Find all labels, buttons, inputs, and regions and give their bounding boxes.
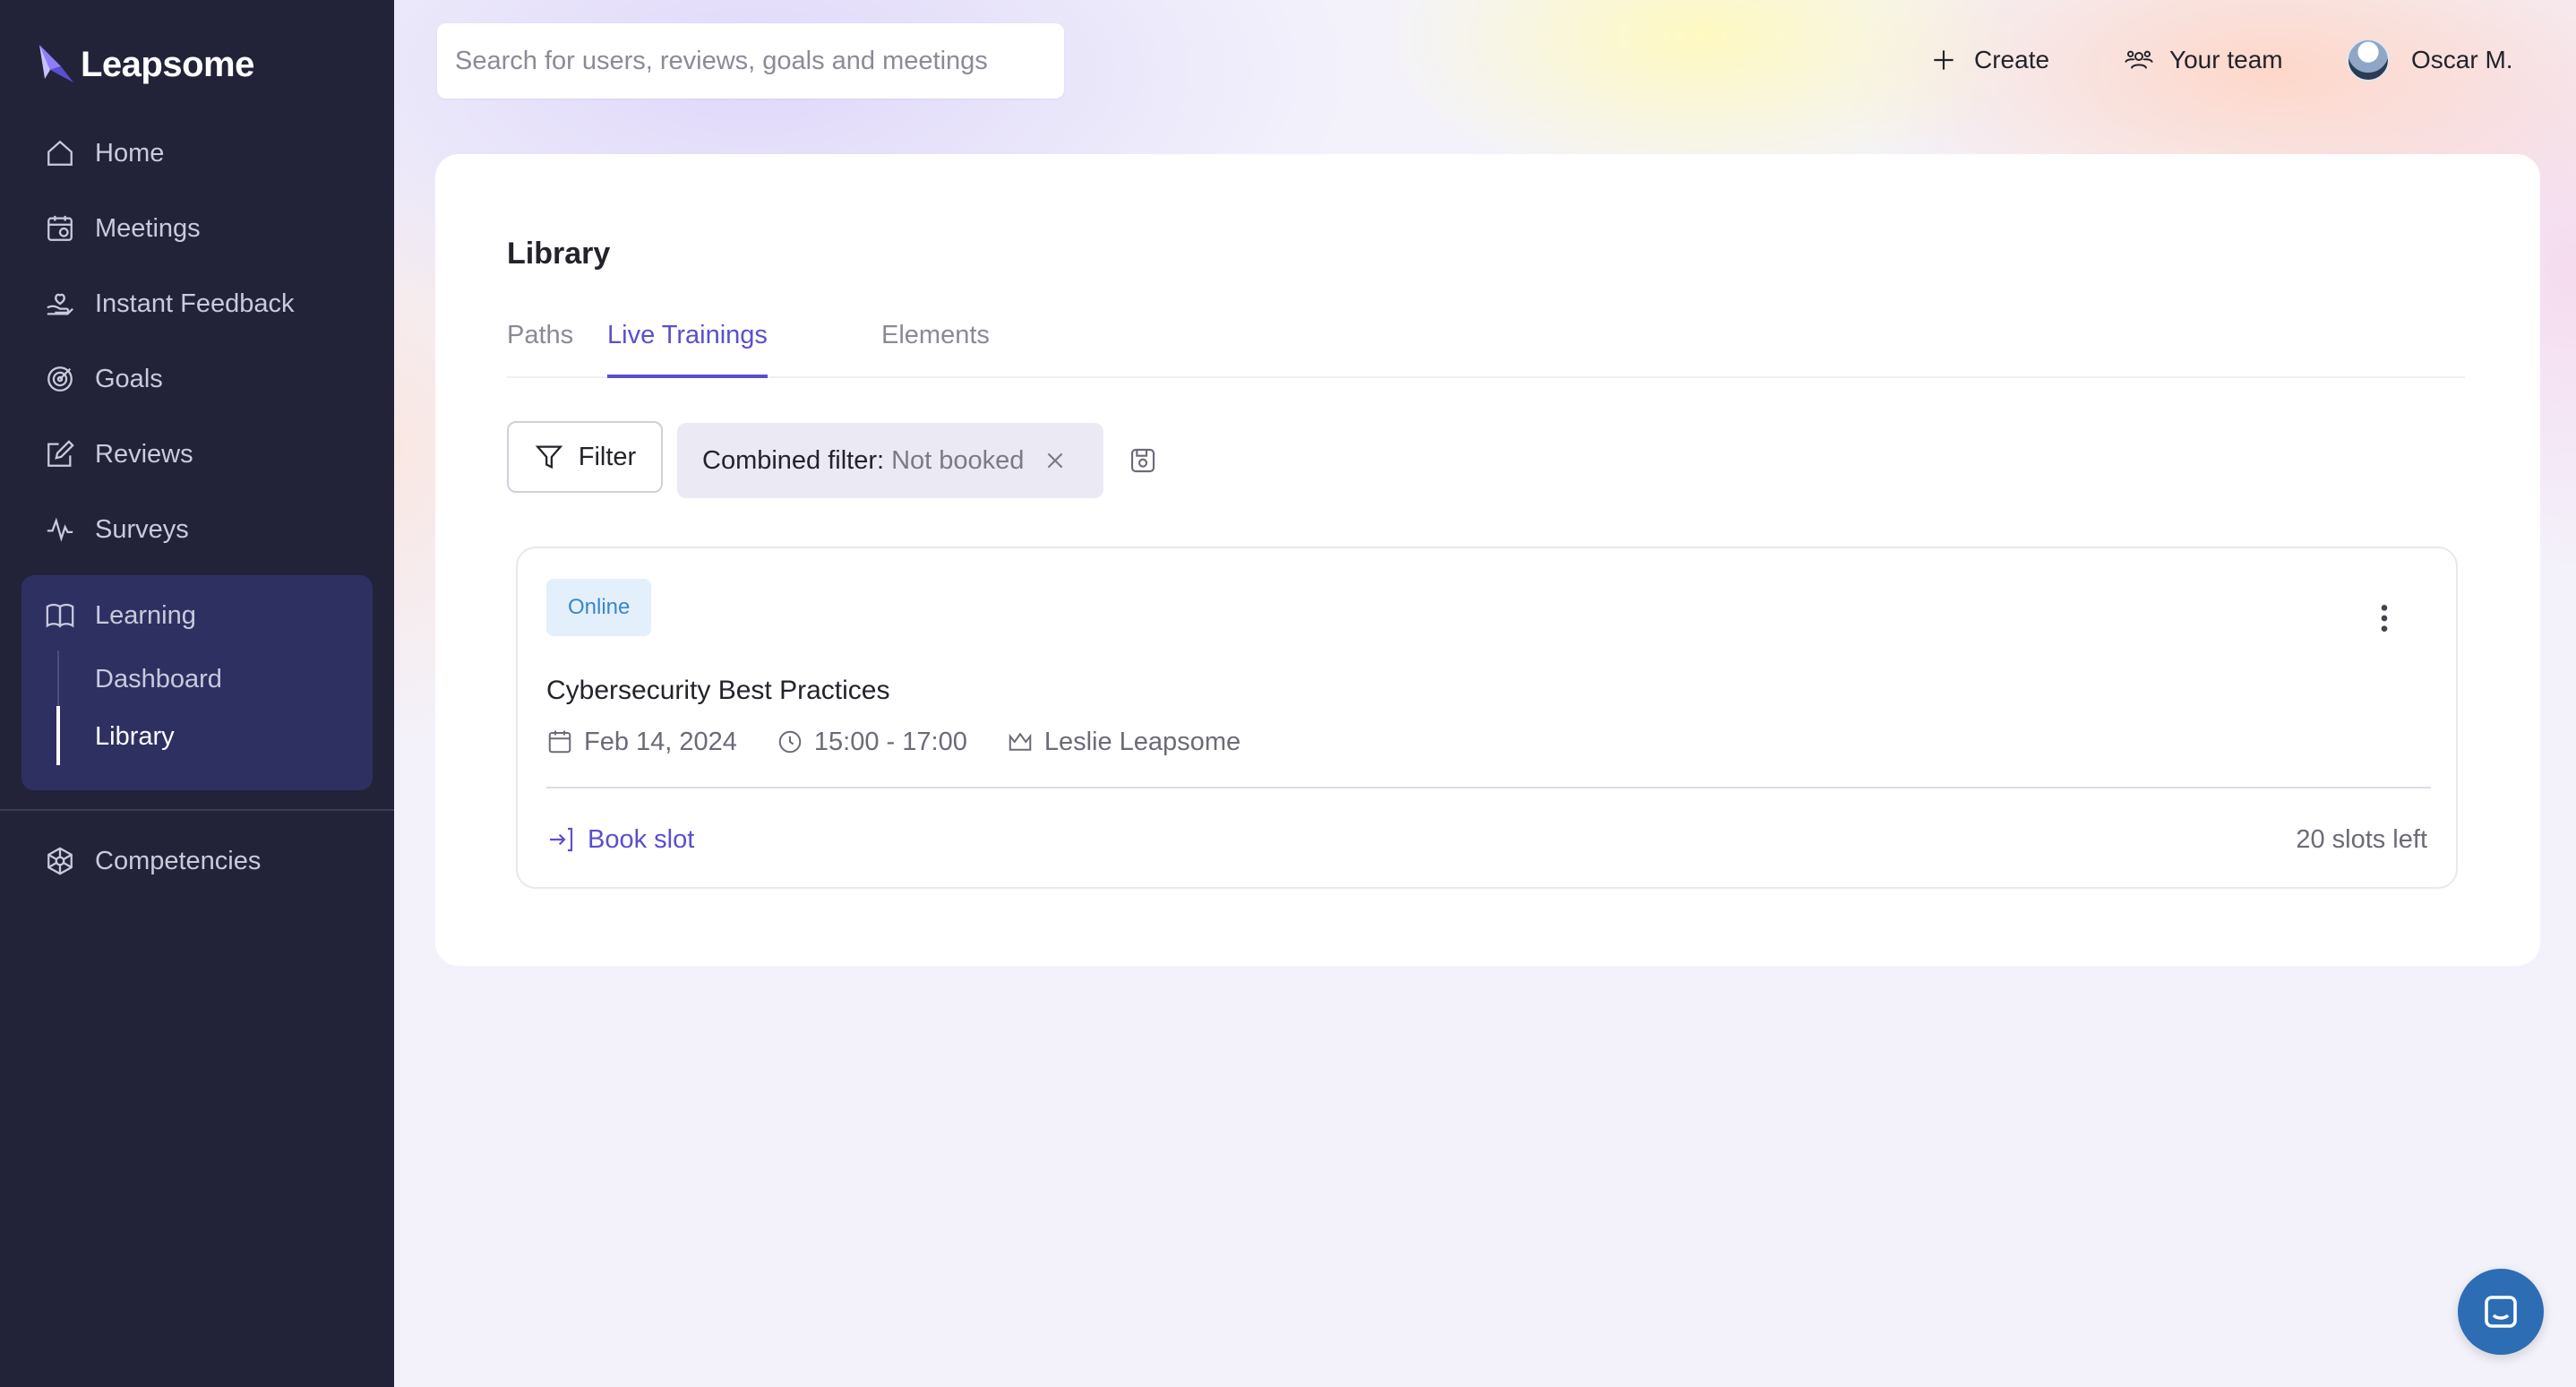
- sidebar-subitem-label: Library: [95, 721, 175, 751]
- chip-label: Combined filter:: [702, 445, 885, 475]
- goals-icon: [47, 366, 73, 392]
- sidebar-item-label: Meetings: [95, 213, 201, 243]
- clock-icon: [778, 730, 802, 754]
- leapsome-logo-icon: [39, 45, 73, 82]
- sidebar-group-learning: Learning Dashboard Library: [21, 575, 373, 790]
- more-options-icon[interactable]: [2366, 600, 2402, 636]
- close-icon[interactable]: [1043, 449, 1067, 472]
- sidebar-subitem-dashboard[interactable]: Dashboard: [95, 652, 222, 706]
- brand-name: Leapsome: [81, 44, 254, 84]
- team-label: Your team: [2169, 46, 2283, 73]
- filter-button[interactable]: Filter: [507, 421, 663, 493]
- sidebar-item-label: Competencies: [95, 846, 262, 875]
- book-slot-label: Book slot: [588, 824, 695, 854]
- surveys-icon: [47, 517, 73, 542]
- crown-icon: [1009, 732, 1032, 751]
- calendar-icon: [548, 730, 571, 754]
- online-badge: Online: [546, 579, 652, 636]
- submenu-active-indicator: [56, 706, 60, 765]
- sidebar-item-home[interactable]: Home: [21, 122, 373, 185]
- sidebar-item-label: Learning: [95, 600, 196, 630]
- book-slot-button[interactable]: Book slot: [546, 817, 694, 862]
- sidebar-item-label: Instant Feedback: [95, 289, 295, 318]
- sidebar-divider: [0, 809, 394, 811]
- tab-live-trainings[interactable]: Live Trainings: [607, 315, 768, 378]
- chip-value: Not booked: [891, 445, 1025, 475]
- avatar: [2347, 39, 2390, 82]
- user-menu[interactable]: Oscar M.: [2347, 36, 2513, 84]
- save-filter-icon[interactable]: [1129, 446, 1157, 475]
- book-icon: [46, 603, 74, 628]
- meetings-icon: [47, 215, 73, 241]
- tab-label: Paths: [507, 321, 574, 349]
- sidebar-subitem-label: Dashboard: [95, 664, 222, 694]
- training-title: Cybersecurity Best Practices: [546, 676, 890, 705]
- slots-left: 20 slots left: [2296, 824, 2427, 854]
- sidebar-subitem-library[interactable]: Library: [95, 710, 175, 763]
- sidebar-item-label: Surveys: [95, 514, 189, 544]
- training-time: 15:00 - 17:00: [813, 727, 967, 756]
- brand-logo[interactable]: Leapsome: [38, 39, 254, 90]
- feedback-icon: [47, 293, 73, 315]
- create-label: Create: [1974, 46, 2050, 73]
- sidebar: Leapsome Home Meetings Instant Feedback …: [0, 0, 394, 1387]
- sidebar-item-surveys[interactable]: Surveys: [21, 498, 373, 561]
- chat-launcher-button[interactable]: [2458, 1269, 2544, 1355]
- training-date: Feb 14, 2024: [584, 727, 737, 756]
- library-tabs: Paths Live Trainings Elements: [507, 315, 2465, 378]
- training-meta: Feb 14, 2024 15:00 - 17:00 Leslie Leapso…: [546, 722, 1241, 762]
- tab-label: Live Trainings: [607, 321, 768, 349]
- plus-icon: [1934, 50, 1953, 70]
- sidebar-item-learning[interactable]: Learning: [21, 584, 373, 647]
- tab-paths[interactable]: Paths: [507, 315, 573, 378]
- sidebar-item-competencies[interactable]: Competencies: [21, 830, 373, 892]
- tab-label: Elements: [881, 321, 990, 349]
- home-icon: [47, 140, 73, 166]
- sidebar-item-label: Home: [95, 138, 165, 168]
- training-divider: [546, 787, 2431, 788]
- tab-elements[interactable]: Elements: [881, 315, 990, 378]
- create-button[interactable]: Create: [1929, 36, 2049, 84]
- filter-icon: [535, 445, 563, 470]
- sidebar-item-reviews[interactable]: Reviews: [21, 423, 373, 486]
- active-filter-chip[interactable]: Combined filter: Not booked: [677, 423, 1103, 498]
- your-team-button[interactable]: Your team: [2125, 36, 2283, 84]
- reviews-icon: [47, 440, 74, 467]
- page-title: Library: [507, 237, 611, 271]
- chat-icon: [2485, 1296, 2517, 1328]
- sidebar-item-instant-feedback[interactable]: Instant Feedback: [21, 272, 373, 335]
- sidebar-item-label: Goals: [95, 364, 163, 393]
- user-name: Oscar M.: [2411, 46, 2513, 73]
- sign-in-icon: [550, 827, 573, 852]
- sidebar-item-meetings[interactable]: Meetings: [21, 197, 373, 260]
- sidebar-item-label: Reviews: [95, 439, 193, 469]
- search-input[interactable]: [437, 23, 1064, 99]
- training-host: Leslie Leapsome: [1043, 727, 1241, 756]
- library-card: Library Paths Live Trainings Elements Fi…: [435, 154, 2540, 966]
- team-icon: [2125, 50, 2153, 69]
- sidebar-item-goals[interactable]: Goals: [21, 348, 373, 410]
- filter-label: Filter: [578, 442, 637, 471]
- training-card: Online Cybersecurity Best Practices Feb …: [516, 547, 2458, 889]
- competencies-icon: [47, 847, 73, 875]
